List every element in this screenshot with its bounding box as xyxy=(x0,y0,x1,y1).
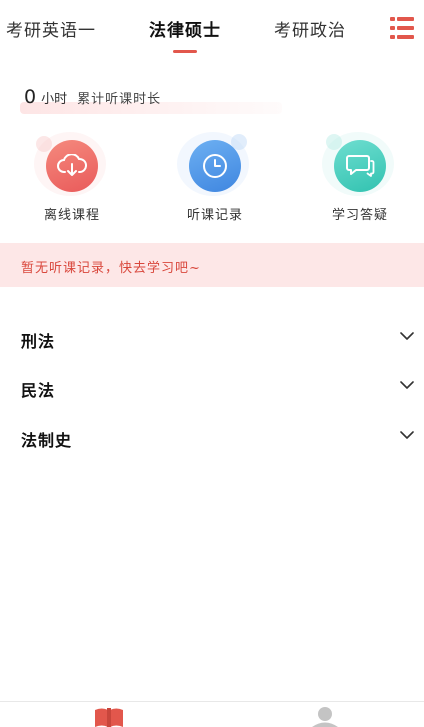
listening-record-label: 听课记录 xyxy=(186,208,243,223)
top-tab-bar: 考研英语一 法律硕士 考研政治 xyxy=(0,0,424,60)
chat-icon xyxy=(334,140,386,192)
section-title: 民法 xyxy=(21,381,56,400)
offline-courses-label: 离线课程 xyxy=(43,208,100,223)
tab-law-master[interactable]: 法律硕士 xyxy=(149,16,221,41)
section-civil-law[interactable]: 民法 xyxy=(0,365,424,409)
chevron-down-icon xyxy=(400,381,414,389)
study-time-description: 累计听课时长 xyxy=(77,92,162,107)
study-qa-button[interactable]: 学习答疑 xyxy=(315,132,405,223)
listening-record-button[interactable]: 听课记录 xyxy=(170,132,260,223)
menu-list-icon[interactable] xyxy=(390,17,414,39)
clock-icon xyxy=(189,140,241,192)
chevron-down-icon xyxy=(400,431,414,439)
bottom-nav-divider xyxy=(0,701,424,702)
book-icon xyxy=(95,708,123,727)
section-title: 法制史 xyxy=(21,431,73,450)
empty-record-notice[interactable]: 暂无听课记录，快去学习吧~ xyxy=(0,243,424,287)
study-time-summary: 0 小时 累计听课时长 xyxy=(20,86,282,114)
offline-courses-button[interactable]: 离线课程 xyxy=(27,132,117,223)
section-title: 刑法 xyxy=(21,332,56,351)
cloud-download-icon xyxy=(46,140,98,192)
bottom-nav-profile[interactable] xyxy=(311,706,339,727)
tab-politics[interactable]: 考研政治 xyxy=(274,16,346,41)
tab-english[interactable]: 考研英语一 xyxy=(6,16,96,41)
study-qa-label: 学习答疑 xyxy=(331,208,388,223)
person-icon xyxy=(312,707,338,727)
study-hours-value: 0 xyxy=(24,86,37,108)
notice-text: 暂无听课记录，快去学习吧~ xyxy=(21,261,201,276)
active-tab-indicator xyxy=(173,50,197,53)
section-criminal-law[interactable]: 刑法 xyxy=(0,316,424,360)
study-hours-unit: 小时 xyxy=(41,92,68,107)
chevron-down-icon xyxy=(400,332,414,340)
section-legal-history[interactable]: 法制史 xyxy=(0,415,424,459)
bottom-nav-study[interactable] xyxy=(94,706,124,727)
